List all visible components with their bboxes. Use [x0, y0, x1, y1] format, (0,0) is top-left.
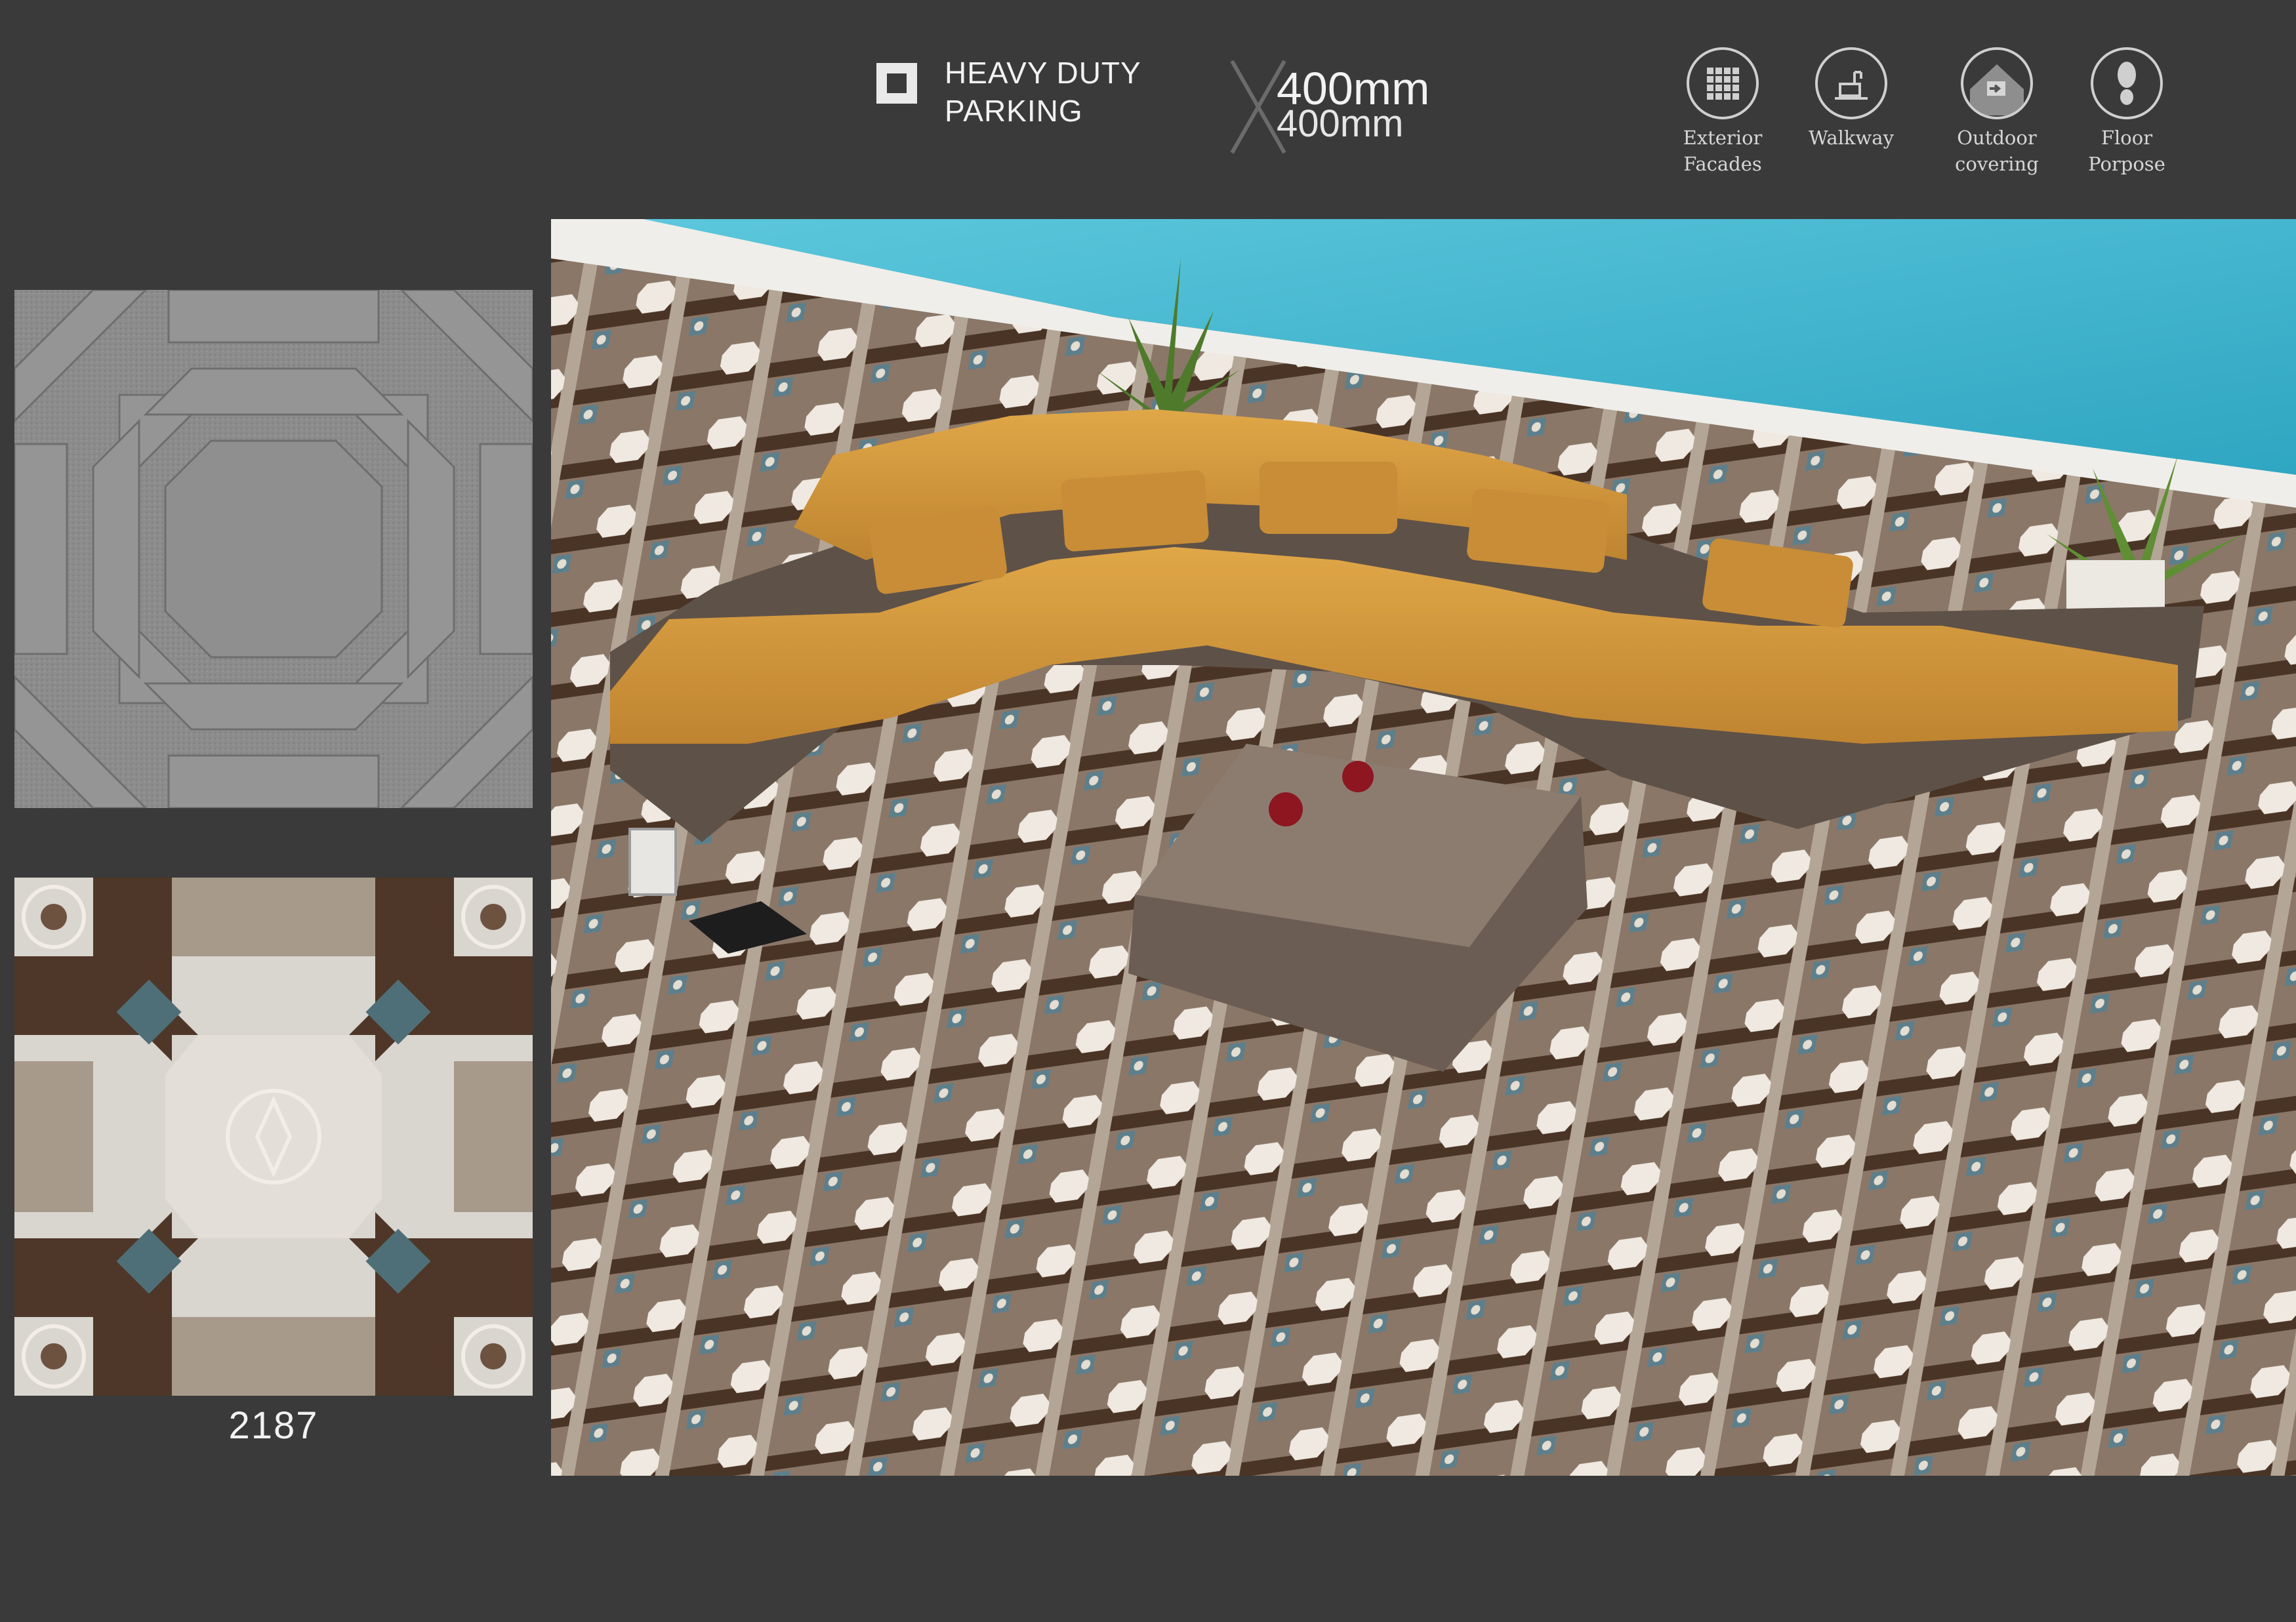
decorative-tile-sample	[14, 878, 533, 1396]
usage-outdoor-covering: Outdoor covering	[1931, 47, 2062, 177]
usage-label: Outdoor covering	[1931, 125, 2062, 177]
footprint-icon	[2091, 47, 2163, 119]
patio-scene-image	[551, 219, 2296, 1476]
usage-label: Walkway	[1786, 125, 1917, 151]
house-icon	[1961, 47, 2033, 119]
usage-label-line2: Porpose	[2088, 153, 2165, 175]
heavy-duty-square-icon	[876, 63, 917, 104]
usage-label-line1: Exterior	[1683, 127, 1763, 149]
size-height: 400mm	[1277, 102, 1404, 145]
tile-code: 2187	[228, 1404, 319, 1447]
usage-label: Exterior Facades	[1657, 125, 1788, 177]
usage-label-line1: Floor	[2101, 127, 2153, 149]
heavy-duty-line1: HEAVY DUTY	[945, 56, 1141, 90]
usage-label: Floor Porpose	[2061, 125, 2192, 177]
heavy-duty-label: HEAVY DUTY PARKING	[945, 54, 1141, 130]
usage-walkway: Walkway	[1786, 47, 1917, 151]
usage-exterior-facades: Exterior Facades	[1657, 47, 1788, 177]
grey-parking-tile-sample	[14, 290, 533, 808]
usage-label-line2: Facades	[1683, 153, 1762, 175]
usage-floor: Floor Porpose	[2061, 47, 2192, 177]
walkway-icon	[1815, 47, 1887, 119]
heavy-duty-line2: PARKING	[945, 94, 1083, 128]
usage-label-line1: Walkway	[1809, 127, 1894, 149]
usage-label-line2: covering	[1955, 153, 2039, 175]
grid-icon	[1687, 47, 1759, 119]
usage-label-line1: Outdoor	[1957, 127, 2037, 149]
